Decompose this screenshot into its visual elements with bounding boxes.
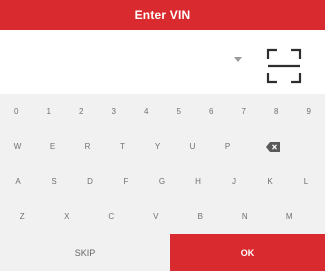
scan-frame-icon[interactable] bbox=[266, 48, 302, 84]
keyboard-row-asdf: ASDFGHJKL bbox=[0, 164, 325, 199]
key-8[interactable]: 8 bbox=[260, 94, 293, 129]
key-b[interactable]: B bbox=[178, 199, 223, 234]
dialog-header: Enter VIN bbox=[0, 0, 325, 30]
dialog-title: Enter VIN bbox=[134, 8, 191, 22]
backspace-key[interactable] bbox=[255, 129, 290, 164]
key-0[interactable]: 0 bbox=[0, 94, 33, 129]
keyboard-row-zxcv: ZXCVBNM bbox=[0, 199, 325, 234]
key-v[interactable]: V bbox=[134, 199, 179, 234]
caret-down-icon[interactable] bbox=[231, 54, 245, 64]
key-a[interactable]: A bbox=[0, 164, 36, 199]
key-5[interactable]: 5 bbox=[163, 94, 196, 129]
key-k[interactable]: K bbox=[252, 164, 288, 199]
key-c[interactable]: C bbox=[89, 199, 134, 234]
key-u[interactable]: U bbox=[175, 129, 210, 164]
key-h[interactable]: H bbox=[180, 164, 216, 199]
backspace-icon bbox=[265, 141, 280, 152]
key-n[interactable]: N bbox=[223, 199, 268, 234]
key-f[interactable]: F bbox=[108, 164, 144, 199]
key-d[interactable]: D bbox=[72, 164, 108, 199]
key-e[interactable]: E bbox=[35, 129, 70, 164]
key-y[interactable]: Y bbox=[140, 129, 175, 164]
key-m[interactable]: M bbox=[267, 199, 312, 234]
dialog-footer: SKIP OK bbox=[0, 234, 325, 271]
vin-input-area bbox=[0, 30, 325, 94]
key-r[interactable]: R bbox=[70, 129, 105, 164]
key-7[interactable]: 7 bbox=[228, 94, 261, 129]
key-g[interactable]: G bbox=[144, 164, 180, 199]
keyboard-row-digits: 0123456789 bbox=[0, 94, 325, 129]
key-z[interactable]: Z bbox=[0, 199, 45, 234]
key-w[interactable]: W bbox=[0, 129, 35, 164]
vin-input[interactable] bbox=[10, 42, 254, 72]
key-3[interactable]: 3 bbox=[98, 94, 131, 129]
key-x[interactable]: X bbox=[45, 199, 90, 234]
key-9[interactable]: 9 bbox=[293, 94, 325, 129]
keyboard-row-qwerty: WERTYUP bbox=[0, 129, 325, 164]
key-l[interactable]: L bbox=[288, 164, 324, 199]
skip-button[interactable]: SKIP bbox=[0, 234, 170, 271]
key-t[interactable]: T bbox=[105, 129, 140, 164]
key-p[interactable]: P bbox=[210, 129, 245, 164]
key-4[interactable]: 4 bbox=[130, 94, 163, 129]
ok-button[interactable]: OK bbox=[170, 234, 325, 271]
key-j[interactable]: J bbox=[216, 164, 252, 199]
key-2[interactable]: 2 bbox=[65, 94, 98, 129]
key-1[interactable]: 1 bbox=[33, 94, 66, 129]
key-6[interactable]: 6 bbox=[195, 94, 228, 129]
key-s[interactable]: S bbox=[36, 164, 72, 199]
keyboard: 0123456789 WERTYUP ASDFGHJKL ZXCVBNM bbox=[0, 94, 325, 234]
